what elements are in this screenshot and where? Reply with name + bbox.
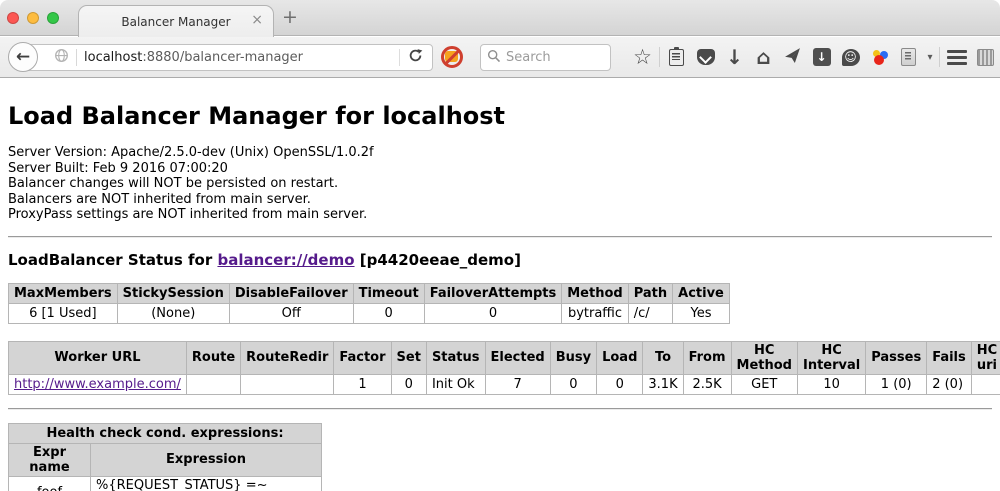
table-header-row: MaxMembers StickySession DisableFailover… (9, 283, 730, 303)
colored-dots-icon (871, 48, 889, 66)
overflow-caret-icon[interactable]: ▾ (923, 52, 937, 63)
extension-dots-button[interactable] (865, 48, 894, 66)
reading-list-button[interactable] (662, 49, 691, 66)
divider (8, 236, 992, 238)
clipboard-icon (669, 49, 684, 66)
persist-note-line: Balancer changes will NOT be persisted o… (8, 176, 992, 192)
back-button[interactable]: ← (8, 42, 38, 72)
balancer-status-heading: LoadBalancer Status for balancer://demo … (8, 251, 992, 269)
reload-zone (399, 45, 432, 70)
home-button[interactable]: ⌂ (749, 47, 778, 67)
pocket-icon (697, 49, 715, 65)
table-row: http://www.example.com/ 1 0 Init Ok 7 0 … (9, 374, 1000, 394)
tab-mosaic-button[interactable] (971, 49, 1000, 66)
downloads-button[interactable]: ↓ (720, 47, 749, 67)
smiley-bubble-icon: ☺ (842, 49, 860, 66)
tab-balancer-manager[interactable]: Balancer Manager × (78, 5, 274, 37)
video-download-button[interactable]: ↓ (807, 48, 836, 66)
flashblock-icon[interactable] (441, 46, 463, 68)
url-bar[interactable]: localhost :8880/balancer-manager (23, 44, 433, 71)
download-square-icon: ↓ (813, 48, 831, 66)
server-version-line: Server Version: Apache/2.5.0-dev (Unix) … (8, 145, 992, 161)
paper-plane-icon (784, 47, 801, 68)
table-row: 6 [1 Used] (None) Off 0 0 bytraffic /c/ … (9, 303, 730, 323)
notes-button[interactable] (894, 48, 923, 66)
globe-icon (54, 48, 69, 67)
send-tab-button[interactable] (778, 47, 807, 68)
reload-icon[interactable] (408, 48, 423, 67)
url-host: localhost (84, 50, 142, 65)
window-minimize-button[interactable] (27, 12, 39, 24)
toolbar-icons: ☆ ↓ ⌂ ↓ ☺ ▾ (628, 37, 1000, 77)
page-content: Load Balancer Manager for localhost Serv… (0, 78, 1000, 491)
worker-table: Worker URL Route RouteRedir Factor Set S… (8, 341, 1000, 395)
table-header-row: Worker URL Route RouteRedir Factor Set S… (9, 341, 1000, 374)
table-row: foof %{REQUEST_STATUS} =~ /^[234]/ (9, 476, 322, 491)
notepad-icon (901, 48, 916, 66)
url-divider (76, 49, 77, 66)
window-zoom-button[interactable] (47, 12, 59, 24)
table-header-row: Expr name Expression (9, 443, 322, 476)
browser-window: Balancer Manager × + ← localhost :8880/b… (0, 0, 1000, 491)
home-icon: ⌂ (756, 47, 770, 67)
new-tab-button[interactable]: + (282, 8, 298, 27)
grid-icon (977, 49, 994, 66)
server-built-line: Server Built: Feb 9 2016 07:00:20 (8, 161, 992, 177)
search-input[interactable] (506, 50, 596, 65)
hamburger-icon (947, 50, 967, 65)
toolbar-divider (939, 47, 940, 67)
proxypass-note-line: ProxyPass settings are NOT inherited fro… (8, 207, 992, 223)
back-arrow-icon: ← (16, 47, 30, 67)
health-check-table: Health check cond. expressions: Expr nam… (8, 423, 322, 491)
inherit-note-line: Balancers are NOT inherited from main se… (8, 192, 992, 208)
table-title-row: Health check cond. expressions: (9, 423, 322, 443)
search-icon (487, 48, 501, 67)
chat-button[interactable]: ☺ (836, 49, 865, 66)
divider (8, 408, 992, 410)
navigation-toolbar: ← localhost :8880/balancer-manager (0, 37, 1000, 78)
search-bar[interactable] (480, 44, 611, 71)
balancer-settings-table: MaxMembers StickySession DisableFailover… (8, 283, 730, 324)
page-title: Load Balancer Manager for localhost (8, 102, 992, 130)
reload-divider (399, 49, 400, 66)
window-controls (7, 12, 59, 24)
worker-url-link[interactable]: http://www.example.com/ (14, 377, 181, 392)
menu-button[interactable] (942, 50, 971, 65)
toolbar-divider (659, 47, 660, 67)
tab-title: Balancer Manager (121, 15, 230, 29)
window-close-button[interactable] (7, 12, 19, 24)
balancer-demo-link[interactable]: balancer://demo (217, 251, 354, 269)
download-arrow-icon: ↓ (726, 47, 743, 67)
bookmark-star-icon[interactable]: ☆ (633, 47, 652, 68)
pocket-button[interactable] (691, 49, 720, 65)
url-path: :8880/balancer-manager (142, 50, 303, 65)
tab-bar: Balancer Manager × + (0, 0, 1000, 36)
tab-close-icon[interactable]: × (251, 13, 263, 27)
